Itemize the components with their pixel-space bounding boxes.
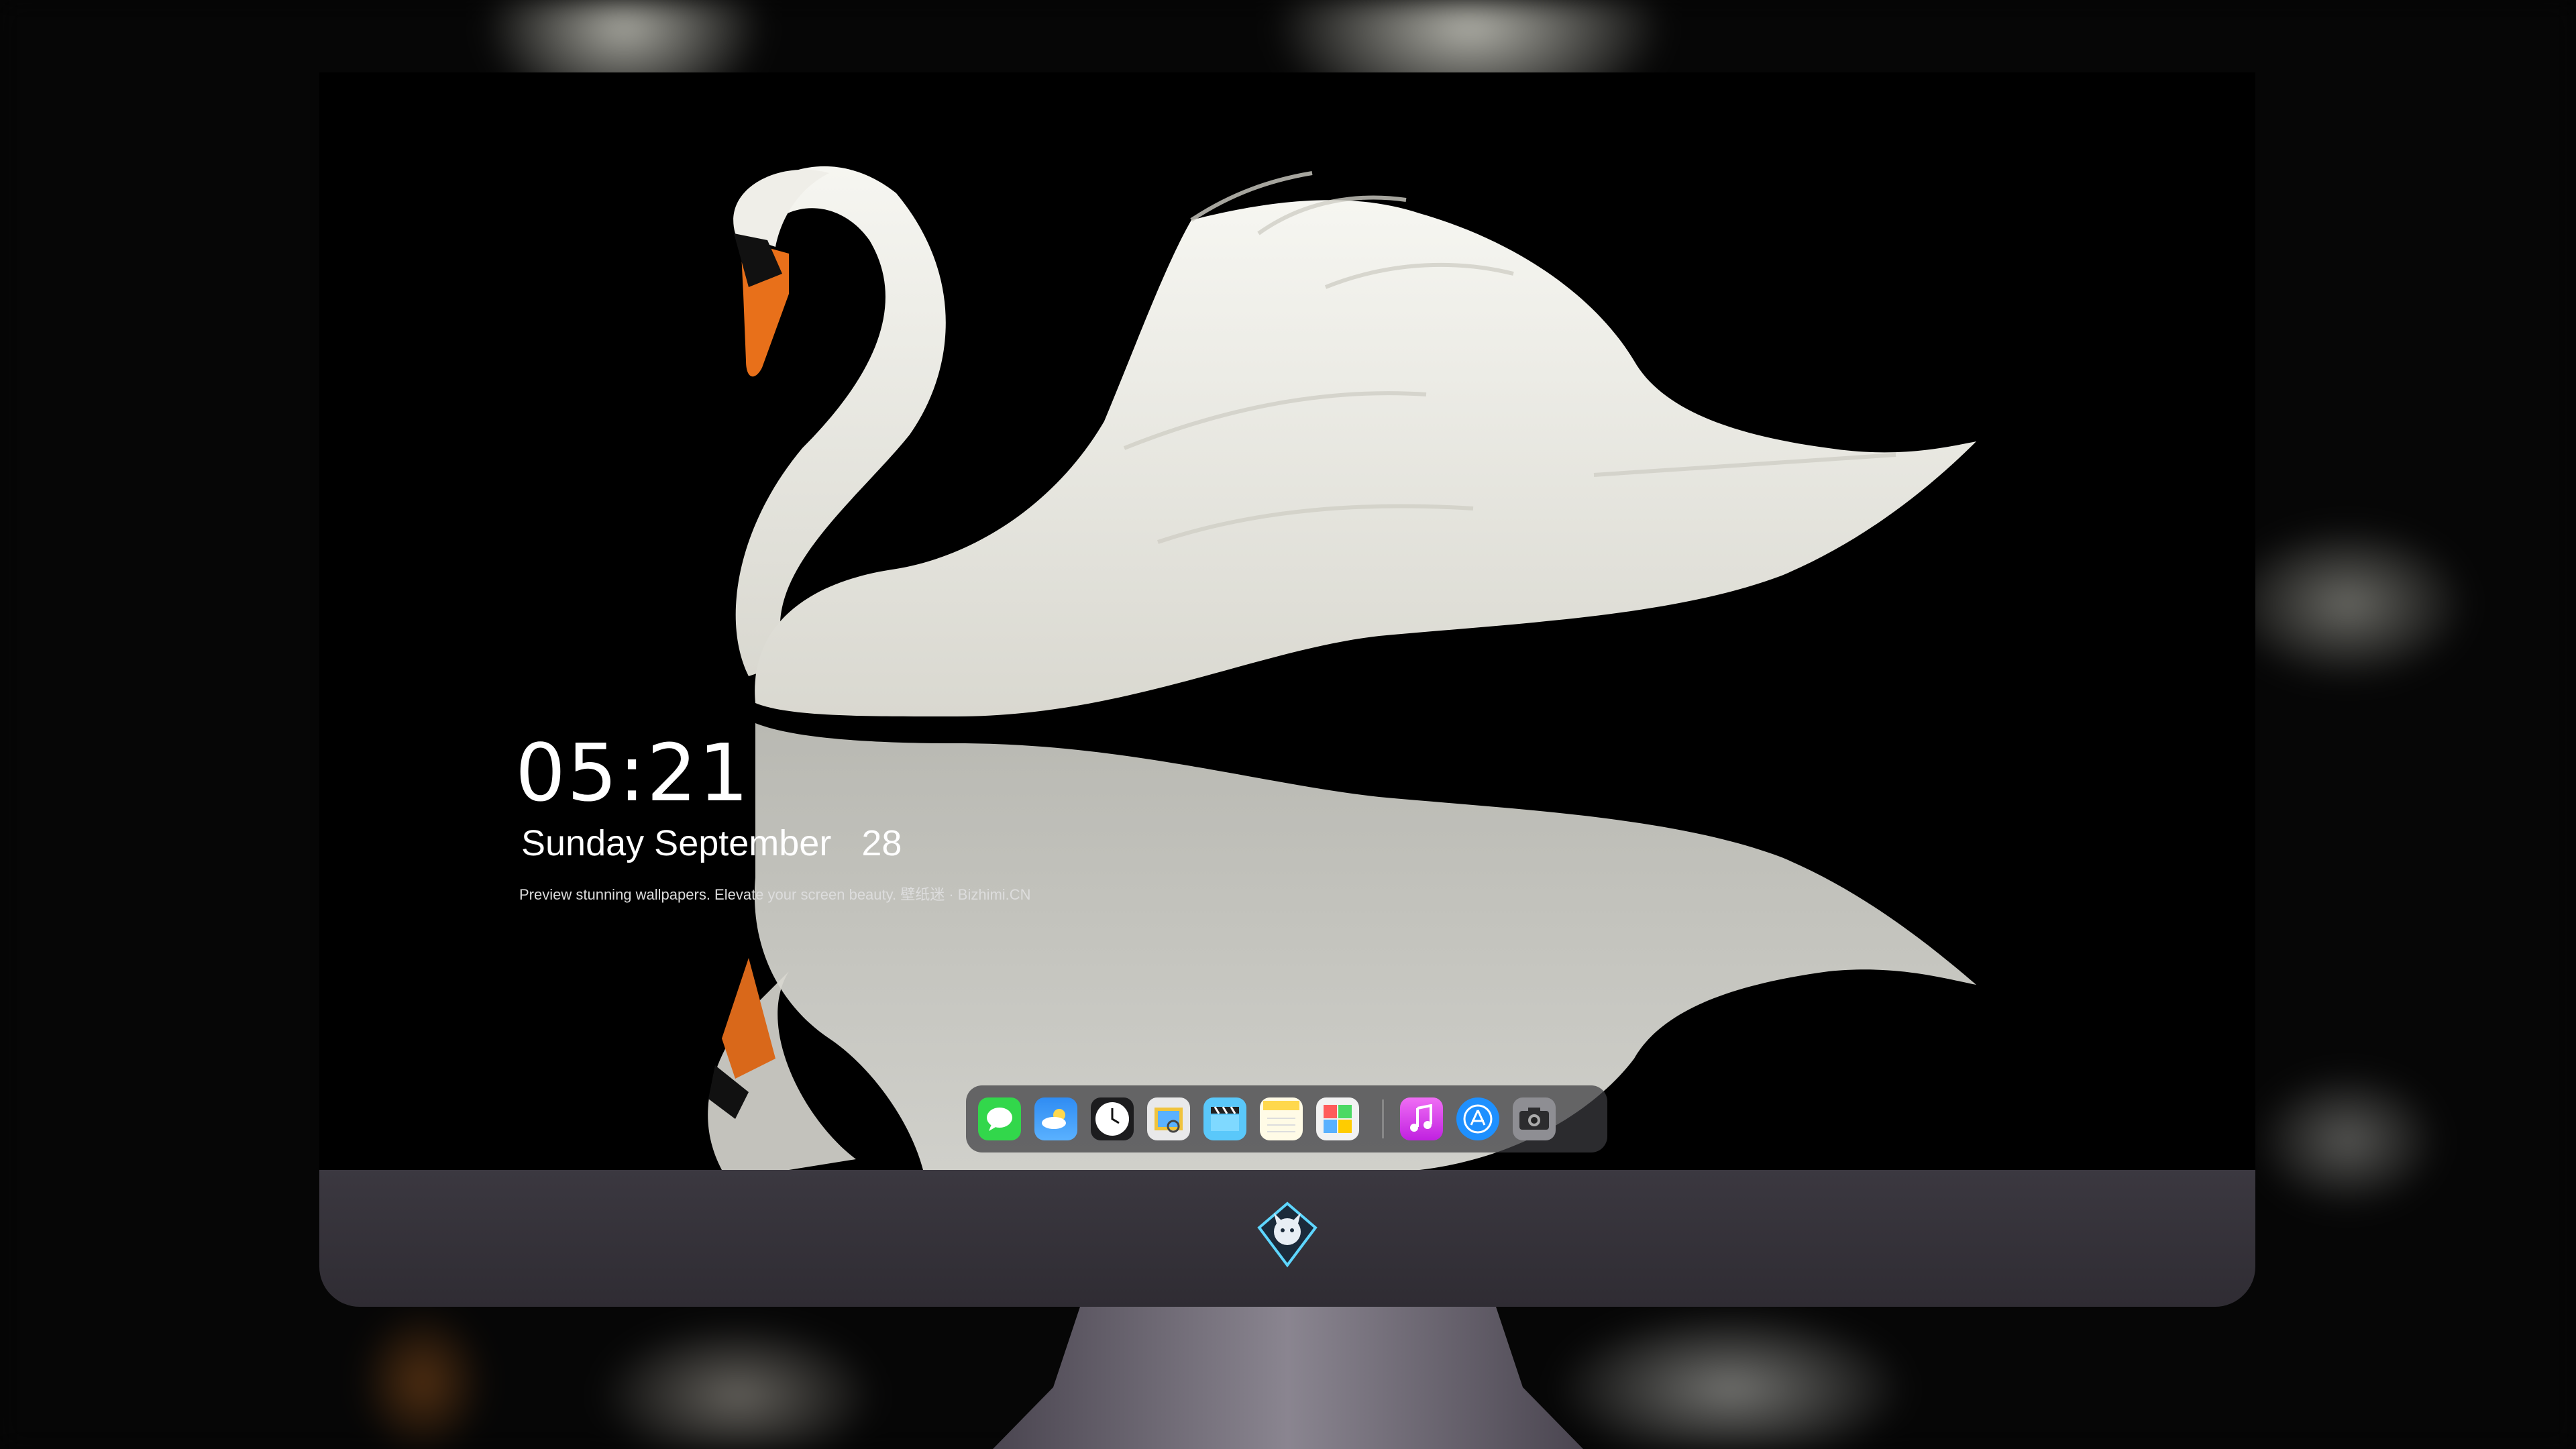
date-day: 28 <box>861 823 902 863</box>
lock-screen: 05:21 Sunday September 28 Preview stunni… <box>319 72 2255 1170</box>
lock-date: Sunday September 28 <box>521 822 902 864</box>
weather-icon[interactable] <box>1034 1097 1077 1140</box>
dock <box>966 1085 1607 1152</box>
messages-icon[interactable] <box>978 1097 1021 1140</box>
photo-booth-icon[interactable] <box>1316 1097 1359 1140</box>
notes-icon[interactable] <box>1260 1097 1303 1140</box>
clips-icon[interactable] <box>1203 1097 1246 1140</box>
music-icon[interactable] <box>1400 1097 1443 1140</box>
app-store-icon[interactable] <box>1456 1097 1499 1140</box>
date-weekday: Sunday <box>521 823 645 863</box>
clock-icon[interactable] <box>1091 1097 1134 1140</box>
wallpaper-caption: Preview stunning wallpapers. Elevate you… <box>519 886 1031 903</box>
camera-icon[interactable] <box>1513 1097 1556 1140</box>
dock-separator <box>1382 1099 1384 1138</box>
lock-clock: 05:21 <box>515 727 751 819</box>
swan-wallpaper <box>708 166 1976 1170</box>
date-month: September <box>654 823 832 863</box>
brand-logo-icon <box>1257 1201 1318 1268</box>
monitor: 05:21 Sunday September 28 Preview stunni… <box>319 72 2255 1307</box>
monitor-stand <box>993 1307 1583 1449</box>
preview-icon[interactable] <box>1147 1097 1190 1140</box>
